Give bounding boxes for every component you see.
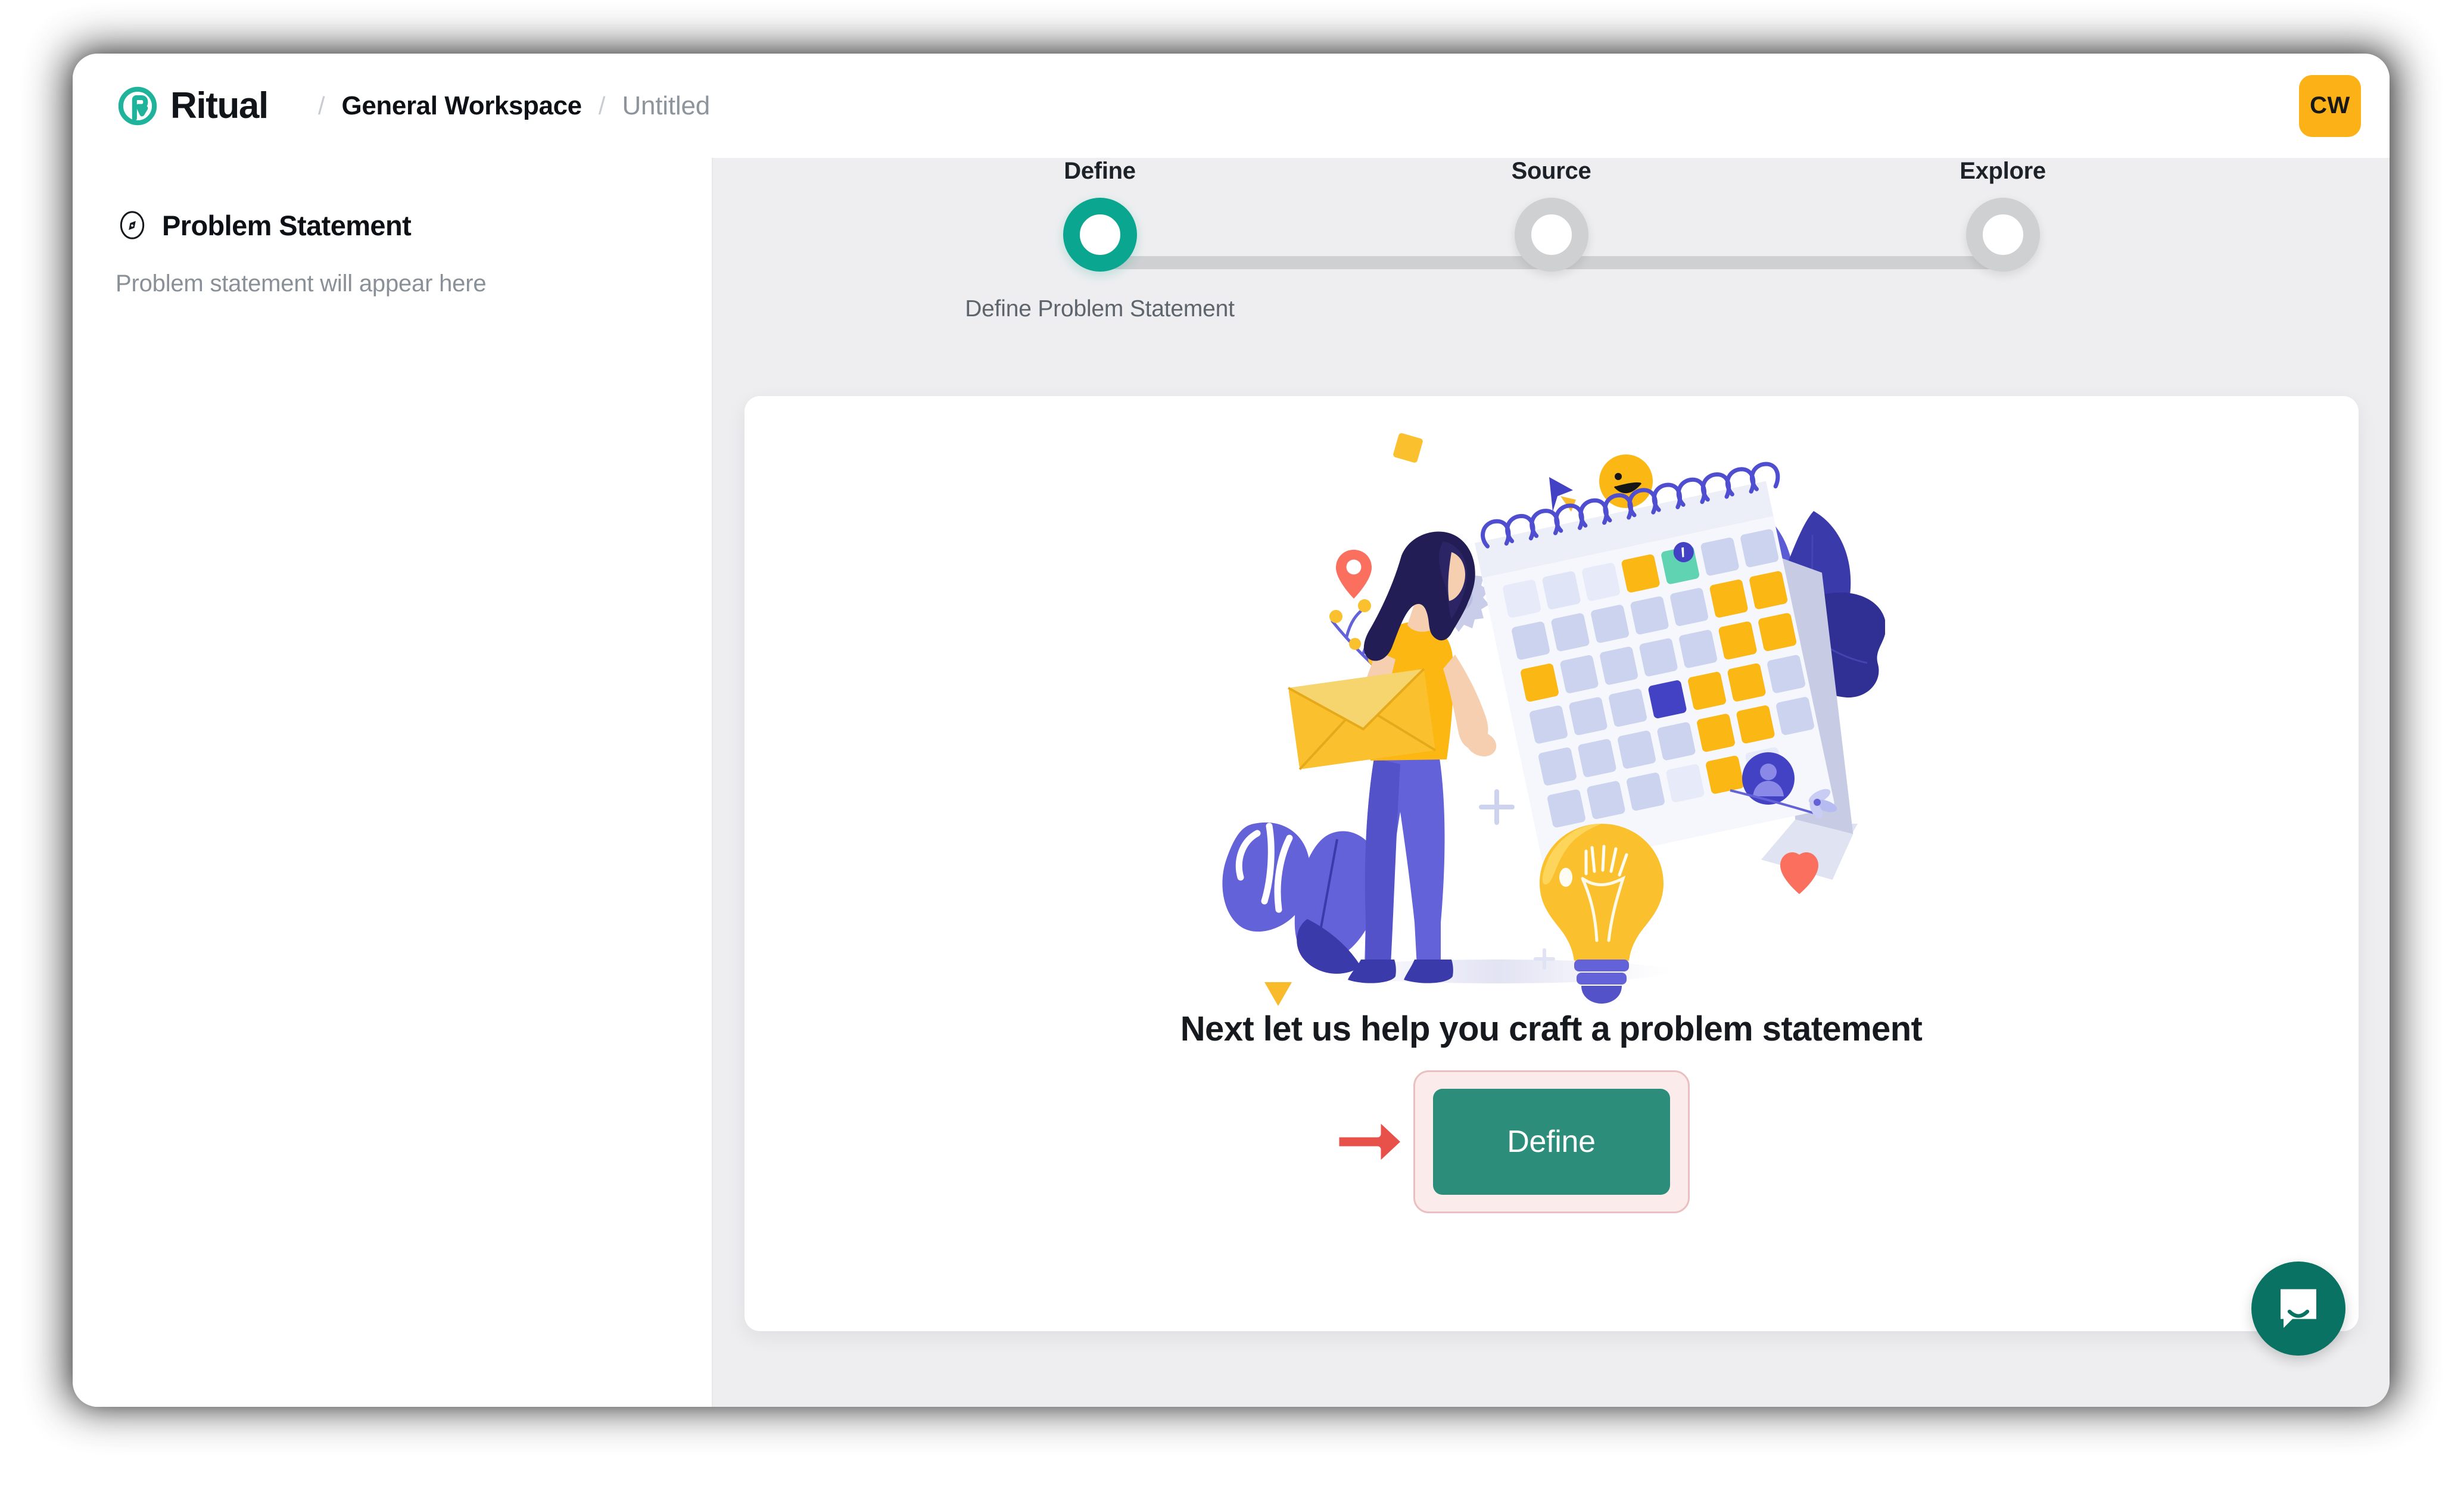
stepper-step-label: Define [1064, 158, 1136, 184]
brand-logo[interactable]: Ritual [116, 84, 269, 128]
stepper-dot [1965, 198, 2040, 272]
illustration-wrapper [1218, 407, 1885, 1020]
stepper-step-source[interactable]: Source [1511, 158, 1591, 272]
sidebar-title: Problem Statement [162, 209, 412, 241]
ritual-logo-icon [118, 86, 157, 125]
sidebar-problem-statement: Problem Statement Problem statement will… [73, 158, 713, 1407]
app-body: Problem Statement Problem statement will… [73, 158, 2390, 1407]
intercom-chat-icon [2281, 1289, 2316, 1328]
right-arrow-annotation-icon [1325, 1105, 1410, 1178]
sidebar-placeholder-text: Problem statement will appear here [116, 270, 487, 297]
breadcrumb-separator-1: / [317, 91, 325, 120]
define-button[interactable]: Define [1432, 1089, 1670, 1195]
breadcrumb-document[interactable]: Untitled [622, 92, 710, 119]
avatar-initials: CW [2310, 92, 2350, 119]
intercom-launcher-button[interactable] [2251, 1261, 2345, 1356]
stepper-step-define[interactable]: Define Define Problem Statement [965, 158, 1235, 322]
card-headline: Next let us help you craft a problem sta… [1180, 1010, 1923, 1048]
stepper-step-label: Source [1511, 158, 1591, 184]
avatar[interactable]: CW [2299, 74, 2361, 137]
sidebar-header: Problem Statement [116, 208, 676, 242]
cta-highlight-box: Define [1413, 1070, 1690, 1213]
breadcrumb-workspace[interactable]: General Workspace [342, 92, 582, 119]
stepper-dot [1514, 198, 1588, 272]
app-header: Ritual / General Workspace / Untitled CW [73, 54, 2390, 158]
content-card: Next let us help you craft a problem sta… [744, 396, 2359, 1331]
breadcrumb: / General Workspace / Untitled [301, 91, 710, 120]
stepper-dot-active [1063, 198, 1137, 272]
woman-with-calendar-illustration [1222, 433, 1885, 1006]
progress-stepper: Define Define Problem Statement Source E… [965, 158, 2046, 354]
stepper-active-caption: Define Problem Statement [965, 296, 1235, 322]
stepper-steps: Define Define Problem Statement Source E… [965, 158, 2046, 322]
stepper-step-explore[interactable]: Explore [1960, 158, 2046, 272]
breadcrumb-separator-2: / [598, 91, 606, 120]
main-content: Define Define Problem Statement Source E… [713, 158, 2390, 1407]
screenshot-stage: Ritual / General Workspace / Untitled CW [0, 0, 2464, 1492]
cta-row: Define [1332, 1070, 1690, 1213]
compass-icon [120, 211, 145, 239]
browser-window: Ritual / General Workspace / Untitled CW [73, 54, 2390, 1407]
brand-name: Ritual [170, 85, 269, 126]
stepper-step-label: Explore [1960, 158, 2046, 184]
